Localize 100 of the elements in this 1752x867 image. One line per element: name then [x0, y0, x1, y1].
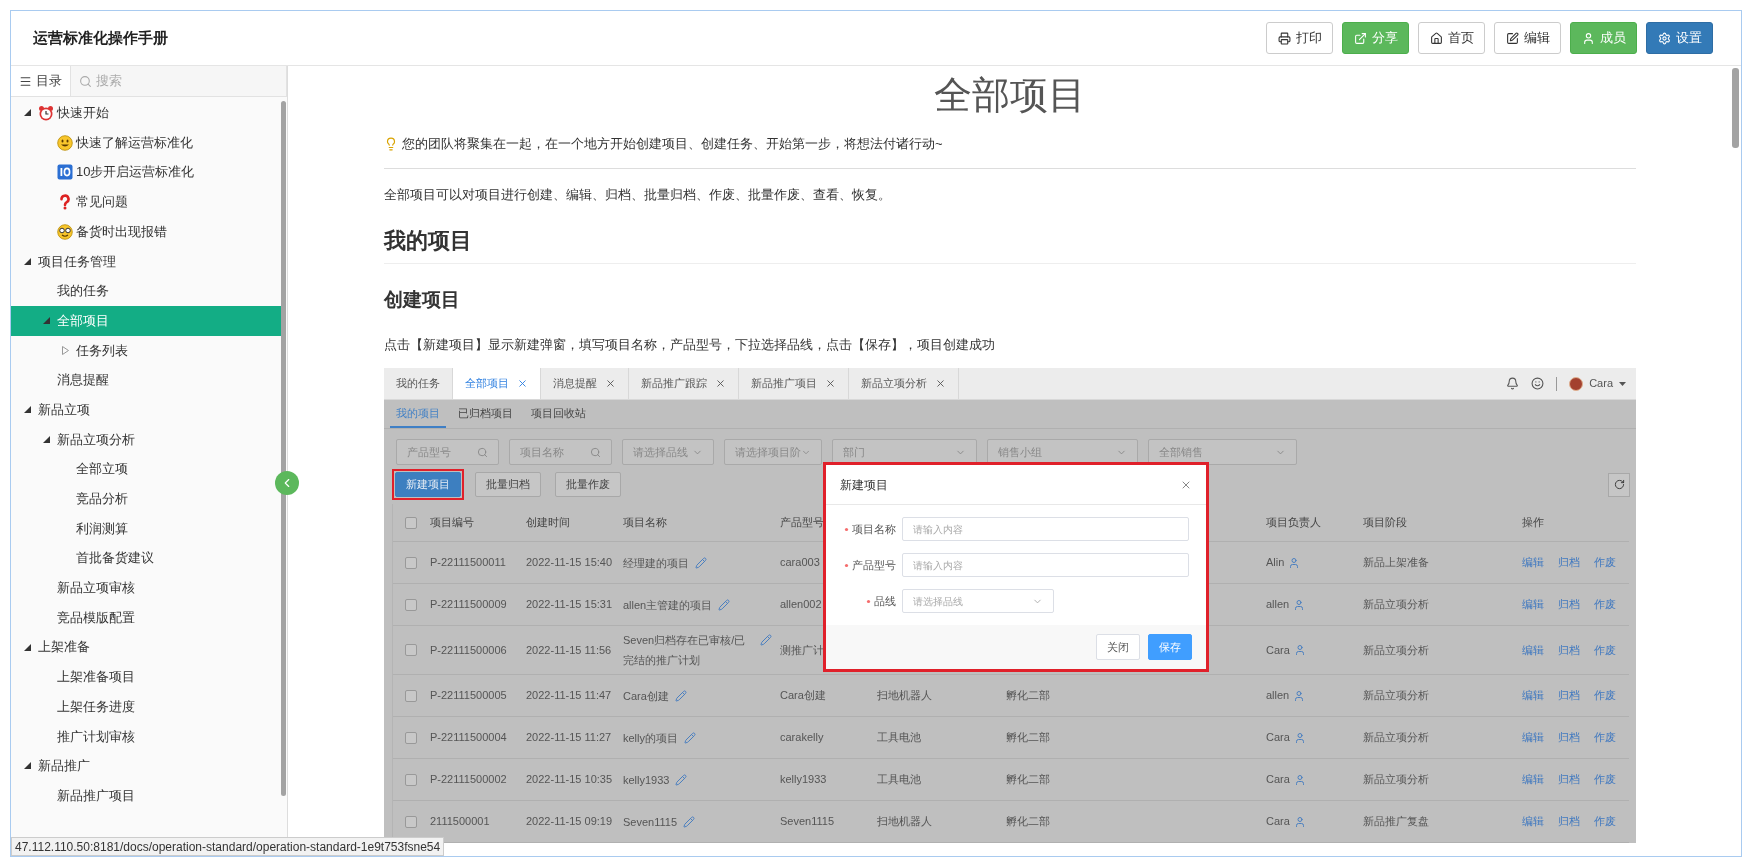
- user-name[interactable]: Cara: [1589, 375, 1613, 392]
- scrollbar-thumb[interactable]: [281, 101, 286, 796]
- tree-item[interactable]: 新品立项: [11, 394, 281, 425]
- pencil-icon[interactable]: [683, 815, 696, 828]
- action-link[interactable]: 作废: [1594, 813, 1616, 830]
- action-link[interactable]: 归档: [1558, 729, 1580, 746]
- tree-item[interactable]: 竞品分析: [11, 483, 281, 514]
- row-checkbox[interactable]: [405, 815, 417, 828]
- avatar-icon[interactable]: [1569, 376, 1584, 391]
- expanded-triangle-icon[interactable]: [23, 406, 31, 414]
- close-icon[interactable]: [825, 378, 836, 389]
- toolbar-button[interactable]: 首页: [1418, 22, 1485, 54]
- pencil-icon[interactable]: [760, 634, 772, 646]
- dialog-button[interactable]: 关闭: [1096, 634, 1140, 660]
- row-checkbox[interactable]: [405, 731, 417, 744]
- tree-item[interactable]: 新品立项分析: [11, 424, 281, 455]
- tree-item[interactable]: 任务列表: [11, 335, 281, 366]
- subtab[interactable]: 已归档项目: [452, 400, 519, 428]
- action-link[interactable]: 归档: [1558, 596, 1580, 613]
- toolbar-button[interactable]: 打印: [1266, 22, 1333, 54]
- tree-item[interactable]: 推广计划审核: [11, 721, 281, 752]
- tree-item[interactable]: 利润测算: [11, 513, 281, 544]
- action-button[interactable]: 批量归档: [475, 472, 541, 497]
- action-link[interactable]: 编辑: [1522, 687, 1544, 704]
- action-link[interactable]: 作废: [1594, 687, 1616, 704]
- action-link[interactable]: 作废: [1594, 771, 1616, 788]
- tree-item[interactable]: 上架准备项目: [11, 662, 281, 692]
- subtab[interactable]: 我的项目: [390, 400, 446, 428]
- subtab[interactable]: 项目回收站: [525, 400, 592, 428]
- row-checkbox[interactable]: [405, 556, 417, 569]
- action-link[interactable]: 编辑: [1522, 641, 1544, 659]
- action-link[interactable]: 归档: [1558, 771, 1580, 788]
- toolbar-button[interactable]: 编辑: [1494, 22, 1561, 54]
- tree-item[interactable]: 10步开启运营标准化: [11, 157, 281, 188]
- tab[interactable]: 全部项目: [453, 368, 541, 399]
- action-link[interactable]: 编辑: [1522, 813, 1544, 830]
- row-checkbox[interactable]: [405, 598, 417, 611]
- action-link[interactable]: 编辑: [1522, 596, 1544, 613]
- toolbar-button[interactable]: 设置: [1646, 22, 1713, 54]
- action-link[interactable]: 归档: [1558, 813, 1580, 830]
- action-link[interactable]: 作废: [1594, 729, 1616, 746]
- action-link[interactable]: 作废: [1594, 641, 1616, 659]
- action-link[interactable]: 作废: [1594, 554, 1616, 571]
- expanded-triangle-icon[interactable]: [23, 762, 31, 770]
- toolbar-button[interactable]: 分享: [1342, 22, 1409, 54]
- close-icon[interactable]: [517, 378, 528, 389]
- tree-item[interactable]: 上架准备: [11, 632, 281, 663]
- action-link[interactable]: 归档: [1558, 641, 1580, 659]
- row-checkbox[interactable]: [405, 773, 417, 786]
- pencil-icon[interactable]: [674, 689, 687, 702]
- action-link[interactable]: 归档: [1558, 687, 1580, 704]
- tree-item[interactable]: 我的任务: [11, 276, 281, 306]
- header-checkbox[interactable]: [405, 516, 417, 529]
- action-link[interactable]: 归档: [1558, 554, 1580, 571]
- toolbar-button[interactable]: 成员: [1570, 22, 1637, 54]
- action-button[interactable]: 批量作废: [555, 472, 621, 497]
- scrollbar-thumb[interactable]: [1732, 68, 1739, 148]
- row-checkbox[interactable]: [405, 644, 417, 656]
- tab[interactable]: 消息提醒: [541, 368, 629, 399]
- caret-icon[interactable]: [1619, 381, 1626, 386]
- tree-item[interactable]: 新品推广: [11, 751, 281, 781]
- expanded-triangle-icon[interactable]: [23, 257, 31, 265]
- refresh-button[interactable]: [1608, 472, 1630, 497]
- action-link[interactable]: 编辑: [1522, 771, 1544, 788]
- tree-item[interactable]: 备货时出现报错: [11, 216, 281, 247]
- pencil-icon[interactable]: [684, 731, 696, 744]
- tree-item[interactable]: 全部立项: [11, 454, 281, 484]
- tab[interactable]: 新品立项分析: [849, 368, 959, 399]
- close-icon[interactable]: [935, 378, 946, 389]
- pencil-icon[interactable]: [695, 556, 707, 569]
- tree-item[interactable]: 项目任务管理: [11, 246, 281, 277]
- tree-item[interactable]: 消息提醒: [11, 365, 281, 395]
- action-link[interactable]: 编辑: [1522, 554, 1544, 571]
- close-icon[interactable]: [605, 378, 616, 389]
- smiley-icon[interactable]: [1531, 377, 1545, 390]
- collapse-button[interactable]: [275, 471, 299, 495]
- expanded-triangle-icon[interactable]: [23, 643, 31, 651]
- collapsed-triangle-icon[interactable]: [61, 345, 69, 355]
- action-link[interactable]: 作废: [1594, 596, 1616, 613]
- expanded-triangle-icon[interactable]: [23, 109, 31, 117]
- close-icon[interactable]: [715, 378, 726, 389]
- tree-item[interactable]: 常见问题: [11, 187, 281, 217]
- input-field[interactable]: 请输入内容: [902, 517, 1189, 541]
- tab[interactable]: 新品推广跟踪: [629, 368, 739, 399]
- action-button[interactable]: 新建项目: [395, 472, 461, 497]
- tab[interactable]: 新品推广项目: [739, 368, 849, 399]
- pencil-icon[interactable]: [675, 773, 688, 786]
- tree-item[interactable]: 上架任务进度: [11, 691, 281, 722]
- expanded-triangle-icon[interactable]: [42, 435, 50, 443]
- select-field[interactable]: 请选择品线: [902, 589, 1054, 613]
- tree-item[interactable]: 快速了解运营标准化: [11, 127, 281, 158]
- input-field[interactable]: 请输入内容: [902, 553, 1189, 577]
- tree-item[interactable]: 竞品模版配置: [11, 602, 281, 633]
- sidebar-tab[interactable]: 目录: [11, 66, 71, 96]
- bell-icon[interactable]: [1506, 377, 1520, 390]
- tree-item[interactable]: 新品立项审核: [11, 573, 281, 603]
- action-link[interactable]: 编辑: [1522, 729, 1544, 746]
- tree-item[interactable]: 首批备货建议: [11, 543, 281, 573]
- dialog-button[interactable]: 保存: [1148, 634, 1192, 660]
- tree-item[interactable]: 新品推广项目: [11, 780, 281, 811]
